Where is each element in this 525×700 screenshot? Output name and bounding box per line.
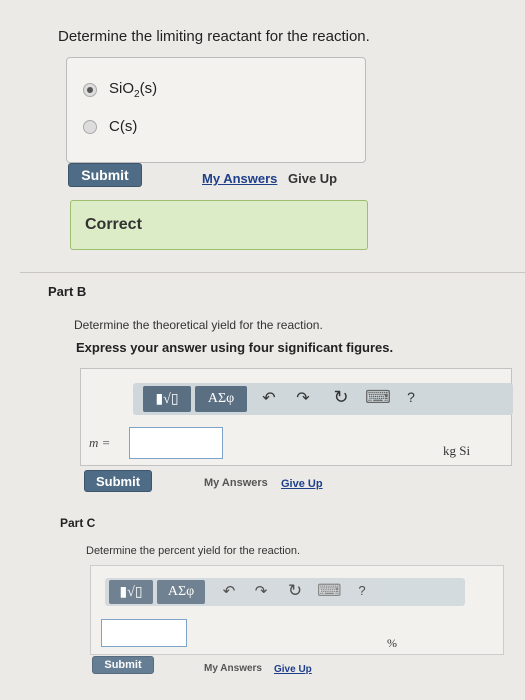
- template-icon[interactable]: ▮√▯: [143, 386, 191, 412]
- part-b-give-up-link[interactable]: Give Up: [281, 478, 323, 490]
- choice-carbon-label: C(s): [109, 118, 138, 135]
- part-c-submit-button[interactable]: Submit: [92, 656, 154, 674]
- choice-sio2-label: SiO2(s): [109, 80, 158, 100]
- part-c-unit-label: %: [387, 636, 397, 650]
- part-b-submit-button[interactable]: Submit: [84, 470, 152, 492]
- part-b-prompt: Determine the theoretical yield for the …: [74, 318, 323, 332]
- part-a-give-up-link[interactable]: Give Up: [288, 171, 337, 186]
- part-c-answer-input[interactable]: [101, 619, 187, 647]
- undo-icon[interactable]: ↶: [219, 582, 239, 600]
- part-b-instruction: Express your answer using four significa…: [76, 340, 394, 355]
- part-b-unit-label: kg Si: [443, 443, 471, 458]
- part-a-feedback-correct: Correct: [70, 200, 368, 250]
- redo-icon[interactable]: ↷: [293, 388, 313, 408]
- reset-icon[interactable]: ↻: [331, 387, 351, 408]
- radio-unselected-icon[interactable]: [83, 119, 97, 134]
- template-icon[interactable]: ▮√▯: [109, 580, 153, 604]
- keyboard-icon[interactable]: ⌨: [317, 581, 342, 601]
- symbols-button[interactable]: ΑΣφ: [157, 580, 205, 604]
- part-c-title: Part C: [60, 516, 96, 530]
- part-b-answer-box: ▮√▯ ΑΣφ ↶ ↷ ↻ ⌨ ? m = kg Si: [80, 368, 513, 466]
- part-a-choices: SiO2(s) C(s): [66, 57, 366, 163]
- part-b-my-answers-link[interactable]: My Answers: [204, 477, 268, 489]
- part-b-variable-label: m =: [89, 435, 111, 450]
- part-a-question: Determine the limiting reactant for the …: [58, 28, 370, 45]
- help-icon[interactable]: ?: [355, 583, 369, 598]
- part-b-title: Part B: [48, 284, 87, 299]
- part-b-math-toolbar: ▮√▯ ΑΣφ ↶ ↷ ↻ ⌨ ?: [133, 383, 513, 415]
- help-icon[interactable]: ?: [403, 389, 419, 405]
- redo-icon[interactable]: ↷: [251, 582, 271, 600]
- divider: [20, 272, 525, 273]
- choice-carbon[interactable]: C(s): [83, 118, 137, 135]
- part-c-give-up-link[interactable]: Give Up: [274, 664, 312, 675]
- part-c-math-toolbar: ▮√▯ ΑΣφ ↶ ↷ ↻ ⌨ ?: [105, 578, 465, 606]
- part-b-answer-input[interactable]: [129, 427, 223, 459]
- part-c-my-answers-link[interactable]: My Answers: [204, 663, 262, 674]
- undo-icon[interactable]: ↶: [259, 388, 279, 408]
- reset-icon[interactable]: ↻: [285, 581, 305, 601]
- keyboard-icon[interactable]: ⌨: [365, 387, 391, 408]
- part-c-answer-box: ▮√▯ ΑΣφ ↶ ↷ ↻ ⌨ ? %: [90, 565, 504, 655]
- part-c-prompt: Determine the percent yield for the reac…: [86, 545, 301, 557]
- part-a-submit-button[interactable]: Submit: [68, 163, 142, 187]
- choice-sio2[interactable]: SiO2(s): [83, 80, 157, 100]
- symbols-button[interactable]: ΑΣφ: [195, 386, 247, 412]
- radio-selected-icon[interactable]: [83, 83, 97, 97]
- part-a-my-answers-link[interactable]: My Answers: [202, 171, 277, 186]
